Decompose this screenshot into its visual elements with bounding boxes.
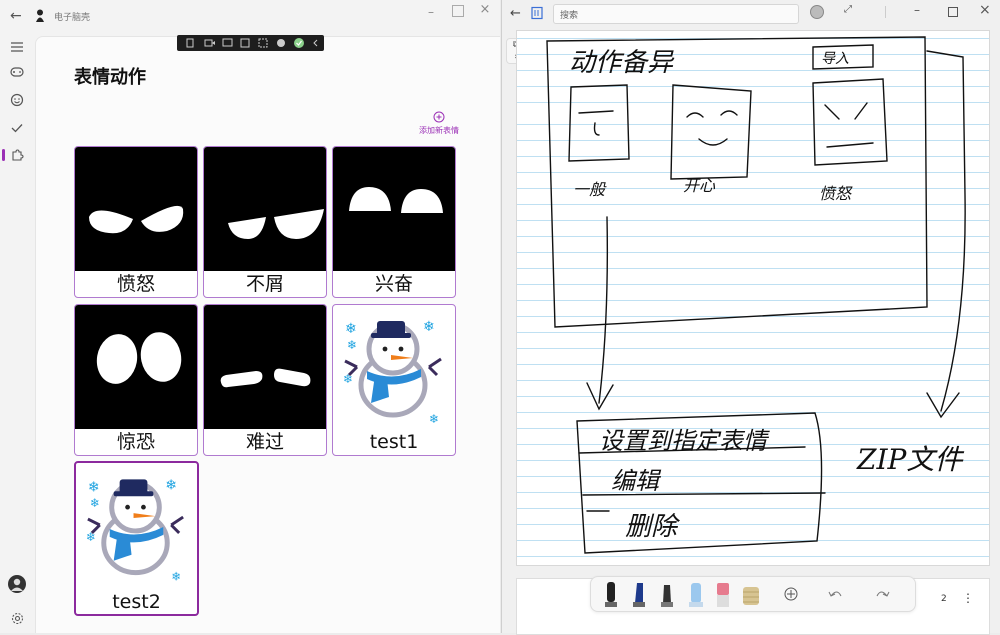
add-tool-icon[interactable] [784, 587, 798, 601]
main-content: 表情动作 添加新表情 愤怒 不屑 兴奋 惊恐 难过 ❄ ❄ ❄ ❄ ❄ test… [35, 35, 500, 633]
handwritten-sketch: 动作备异 导入 一般 开心 愤怒 设置到指定表情 编辑 删除 ZIP文件 [546, 36, 966, 554]
notes-app-window: ← 搜索 ⤢ – × ⧉› [501, 0, 1000, 635]
back-icon[interactable]: ← [10, 8, 26, 24]
toolbar-gear-icon[interactable] [277, 39, 285, 47]
card-label: 愤怒 [116, 273, 155, 295]
sketch-menu-item-3: 删除 [625, 512, 680, 542]
card-label: 惊恐 [116, 431, 155, 453]
card-label: 难过 [245, 431, 284, 453]
redo-icon[interactable] [876, 591, 890, 597]
svg-text:❄: ❄ [171, 570, 181, 584]
gamepad-icon[interactable] [6, 61, 28, 83]
check-icon[interactable] [6, 117, 28, 139]
add-circle-icon [433, 111, 445, 123]
svg-text:❄: ❄ [86, 530, 96, 544]
card-label: test2 [112, 591, 161, 613]
expression-card-disdain[interactable]: 不屑 [203, 146, 327, 298]
pencil-tool[interactable] [661, 585, 673, 607]
expression-card-test1[interactable]: ❄ ❄ ❄ ❄ ❄ test1 [332, 304, 456, 456]
toolbar-screen-icon[interactable] [222, 38, 233, 47]
sketch-zip-label: ZIP文件 [856, 443, 964, 476]
note-page[interactable]: 动作备异 导入 一般 开心 愤怒 设置到指定表情 编辑 删除 ZIP文件 [516, 30, 990, 566]
user-avatar[interactable] [8, 575, 26, 593]
separator [885, 6, 886, 18]
more-options-icon[interactable]: ⋮ [962, 591, 974, 605]
svg-text:❄: ❄ [429, 412, 439, 426]
app-logo-icon [36, 9, 44, 22]
active-indicator [2, 149, 5, 161]
puzzle-icon[interactable] [6, 144, 28, 166]
scared-eyes-image [75, 305, 197, 429]
sketch-menu-item-1: 设置到指定表情 [599, 427, 770, 455]
add-expression-button[interactable]: 添加新表情 [414, 111, 464, 137]
excited-eyes-image [333, 147, 455, 271]
back-icon[interactable]: ← [510, 6, 521, 21]
svg-text:❄: ❄ [347, 338, 357, 352]
profile-avatar[interactable] [810, 5, 824, 19]
toolbar-ok-icon[interactable] [294, 38, 304, 48]
expression-app-window: ← 电子脑壳 – × 表情动作 添加新表情 愤怒 不屑 兴奋 惊恐 难过 ❄ ❄… [0, 0, 500, 633]
page-number: 2 [941, 594, 947, 604]
title-bar: ← 电子脑壳 – × [0, 0, 500, 32]
blue-pen-tool[interactable] [633, 583, 645, 607]
sad-eyes-image [204, 305, 326, 429]
maximize-button[interactable] [452, 5, 464, 17]
notebook-icon[interactable] [530, 6, 544, 20]
svg-text:❄: ❄ [345, 321, 357, 337]
smiley-icon[interactable] [6, 89, 28, 111]
sketch-face-label-1: 一般 [573, 180, 607, 199]
disdain-eyes-image [204, 147, 326, 271]
toolbar-collapse-icon[interactable] [313, 39, 318, 47]
maximize-button[interactable] [948, 7, 958, 17]
ruler-tool[interactable] [743, 587, 759, 605]
minimize-button[interactable]: – [914, 3, 920, 17]
sketch-heading: 动作备异 [569, 48, 675, 78]
toolbar-region-icon[interactable] [258, 38, 268, 48]
sketch-menu-item-2: 编辑 [611, 467, 662, 495]
highlighter-tool[interactable] [689, 583, 703, 607]
toolbar-edit-icon[interactable] [186, 38, 194, 48]
expression-card-sad[interactable]: 难过 [203, 304, 327, 456]
settings-gear-icon[interactable] [6, 607, 28, 629]
card-label: test1 [369, 431, 419, 453]
expand-icon[interactable]: ⤢ [844, 4, 852, 15]
angry-eyes-image [75, 147, 197, 271]
expression-card-test2[interactable]: ❄ ❄ ❄ ❄ ❄ test2 [74, 461, 199, 616]
hamburger-menu-icon[interactable] [6, 36, 28, 58]
minimize-button[interactable]: – [424, 5, 438, 19]
expression-card-scared[interactable]: 惊恐 [74, 304, 198, 456]
card-label: 兴奋 [374, 273, 413, 295]
svg-text:❄: ❄ [165, 477, 177, 493]
window-title: 电子脑壳 [54, 13, 91, 23]
svg-text:❄: ❄ [423, 319, 435, 335]
page-title: 表情动作 [74, 67, 146, 88]
expression-card-angry[interactable]: 愤怒 [74, 146, 198, 298]
eraser-tool[interactable] [717, 583, 729, 607]
svg-text:❄: ❄ [343, 372, 353, 386]
undo-icon[interactable] [828, 591, 842, 597]
pen-toolbar [590, 576, 916, 612]
black-pen-tool[interactable] [605, 582, 617, 607]
svg-text:❄: ❄ [90, 496, 100, 510]
sketch-badge: 导入 [821, 51, 849, 67]
toolbar-video-icon[interactable] [204, 39, 215, 47]
navigation-rail [0, 32, 34, 633]
close-button[interactable]: × [478, 2, 492, 17]
card-label: 不屑 [245, 273, 284, 295]
toolbar-window-icon[interactable] [240, 38, 250, 48]
expression-card-excited[interactable]: 兴奋 [332, 146, 456, 298]
search-placeholder: 搜索 [560, 11, 579, 21]
sketch-face-label-2: 开心 [683, 176, 716, 195]
snowman-icon: ❄ ❄ ❄ ❄ ❄ [343, 319, 442, 426]
snowman-icon: ❄ ❄ ❄ ❄ ❄ [86, 477, 184, 584]
search-box[interactable]: 搜索 [553, 4, 799, 24]
add-expression-label: 添加新表情 [419, 126, 459, 135]
svg-text:❄: ❄ [88, 479, 100, 495]
close-button[interactable]: × [979, 2, 991, 18]
sketch-face-label-3: 愤怒 [819, 184, 853, 203]
floating-capture-toolbar [177, 35, 324, 51]
